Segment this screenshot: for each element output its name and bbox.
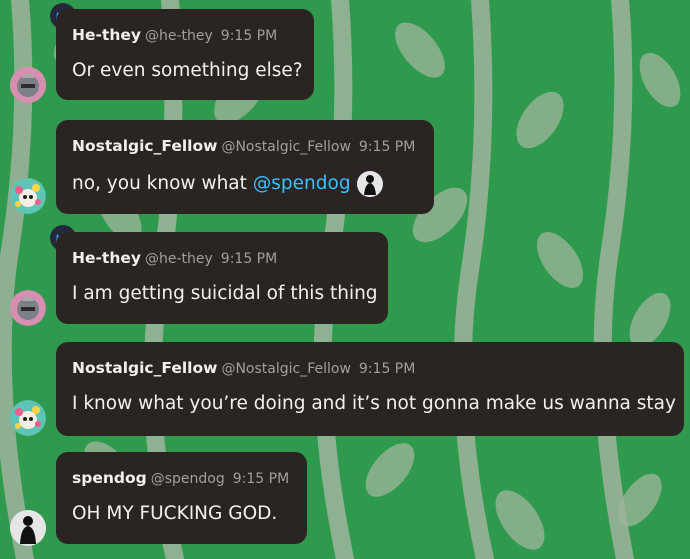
he-they-avatar[interactable]: [10, 67, 46, 103]
author-name[interactable]: Nostalgic_Fellow: [72, 359, 217, 377]
message-text-body: no, you know what: [72, 173, 247, 194]
author-handle[interactable]: @Nostalgic_Fellow: [221, 361, 350, 377]
he-they-avatar[interactable]: [10, 290, 46, 326]
spendog-avatar[interactable]: [10, 510, 46, 546]
author-name[interactable]: He-they: [72, 26, 141, 44]
timestamp: 9:15 PM: [358, 361, 416, 377]
message-header: Nostalgic_Fellow @Nostalgic_Fellow 9:15 PM: [72, 359, 415, 377]
author-handle[interactable]: @spendog: [151, 471, 225, 487]
timestamp: 9:15 PM: [358, 139, 416, 155]
message-text: Or even something else?: [72, 60, 303, 81]
message-bubble: spendog @spendog 9:15 PM OH MY FUCKING GOD…: [56, 452, 307, 544]
message-text: I know what you’re doing and it’s not go…: [72, 393, 676, 414]
nostalgic-fellow-avatar[interactable]: [10, 400, 46, 436]
message-header: He-they @he-they 9:15 PM: [72, 26, 277, 44]
message-text: OH MY FUCKING GOD.: [72, 503, 278, 524]
message-text: I am getting suicidal of this thing: [72, 283, 378, 304]
author-handle[interactable]: @he-they: [145, 28, 213, 44]
message-bubble: Nostalgic_Fellow @Nostalgic_Fellow 9:15 PM…: [56, 342, 684, 436]
author-handle[interactable]: @he-they: [145, 251, 213, 267]
timestamp: 9:15 PM: [220, 251, 278, 267]
message-header: spendog @spendog 9:15 PM: [72, 469, 289, 487]
message-text: no, you know what @spendog: [72, 171, 383, 197]
message-header: He-they @he-they 9:15 PM: [72, 249, 277, 267]
timestamp: 9:15 PM: [232, 471, 290, 487]
mention-silhouette-avatar[interactable]: [356, 171, 383, 197]
user-mention[interactable]: @spendog: [253, 173, 351, 194]
message-bubble: Nostalgic_Fellow @Nostalgic_Fellow 9:15 PM…: [56, 120, 434, 214]
author-handle[interactable]: @Nostalgic_Fellow: [221, 139, 350, 155]
author-name[interactable]: Nostalgic_Fellow: [72, 137, 217, 155]
author-name[interactable]: He-they: [72, 249, 141, 267]
author-name[interactable]: spendog: [72, 469, 147, 487]
message-bubble: He-they @he-they 9:15 PM I am getting suic…: [56, 232, 388, 324]
nostalgic-fellow-avatar[interactable]: [10, 178, 46, 214]
message-bubble: He-they @he-they 9:15 PM Or even something…: [56, 9, 314, 100]
message-header: Nostalgic_Fellow @Nostalgic_Fellow 9:15 PM: [72, 137, 415, 155]
timestamp: 9:15 PM: [220, 28, 278, 44]
